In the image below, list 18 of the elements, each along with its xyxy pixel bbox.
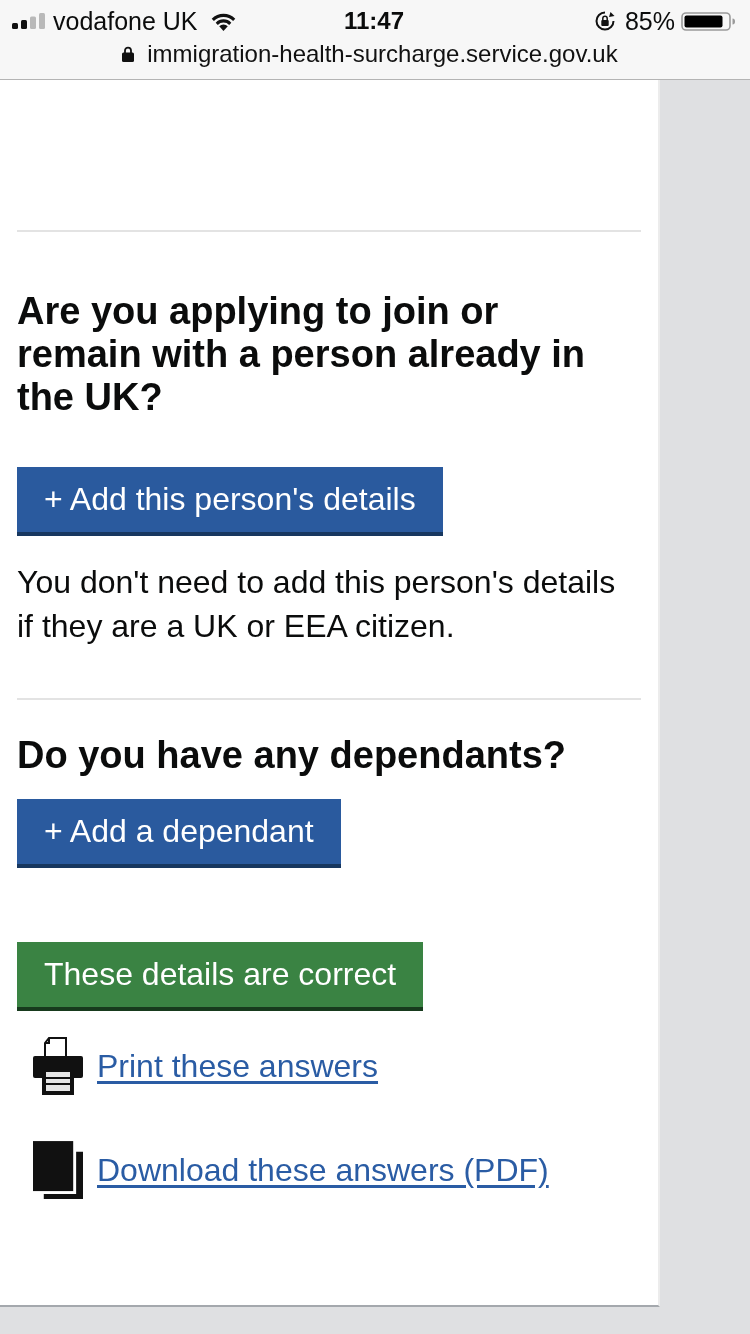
answers-link[interactable]: Download these answers (PDF) bbox=[97, 1150, 549, 1190]
battery-icon bbox=[681, 11, 736, 31]
documents-icon bbox=[33, 1141, 83, 1199]
lock-icon bbox=[122, 46, 135, 62]
add-button[interactable]: + Add this person's details bbox=[17, 467, 443, 536]
answers-link[interactable]: Print these answers bbox=[97, 1046, 378, 1086]
confirm-button[interactable]: These details are correct bbox=[17, 942, 424, 1011]
section-heading: Do you have any dependants? bbox=[17, 734, 567, 777]
signal-icon bbox=[12, 13, 46, 29]
printer-icon bbox=[33, 1037, 83, 1095]
battery-percent: 85% bbox=[624, 7, 675, 35]
clock-time: 11:47 bbox=[343, 7, 405, 35]
carrier-name: vodafone UK bbox=[53, 7, 198, 35]
hint-text: You don't need to add this person's details if they are a UK or EEA citizen. bbox=[17, 563, 617, 646]
add-button[interactable]: + Add a dependant bbox=[17, 799, 341, 868]
address-url[interactable]: immigration-health-surcharge.service.gov.uk bbox=[147, 40, 618, 68]
section-heading: Are you applying to join or remain with a person already in the UK? bbox=[17, 290, 587, 419]
rotation-lock-icon bbox=[594, 11, 615, 31]
